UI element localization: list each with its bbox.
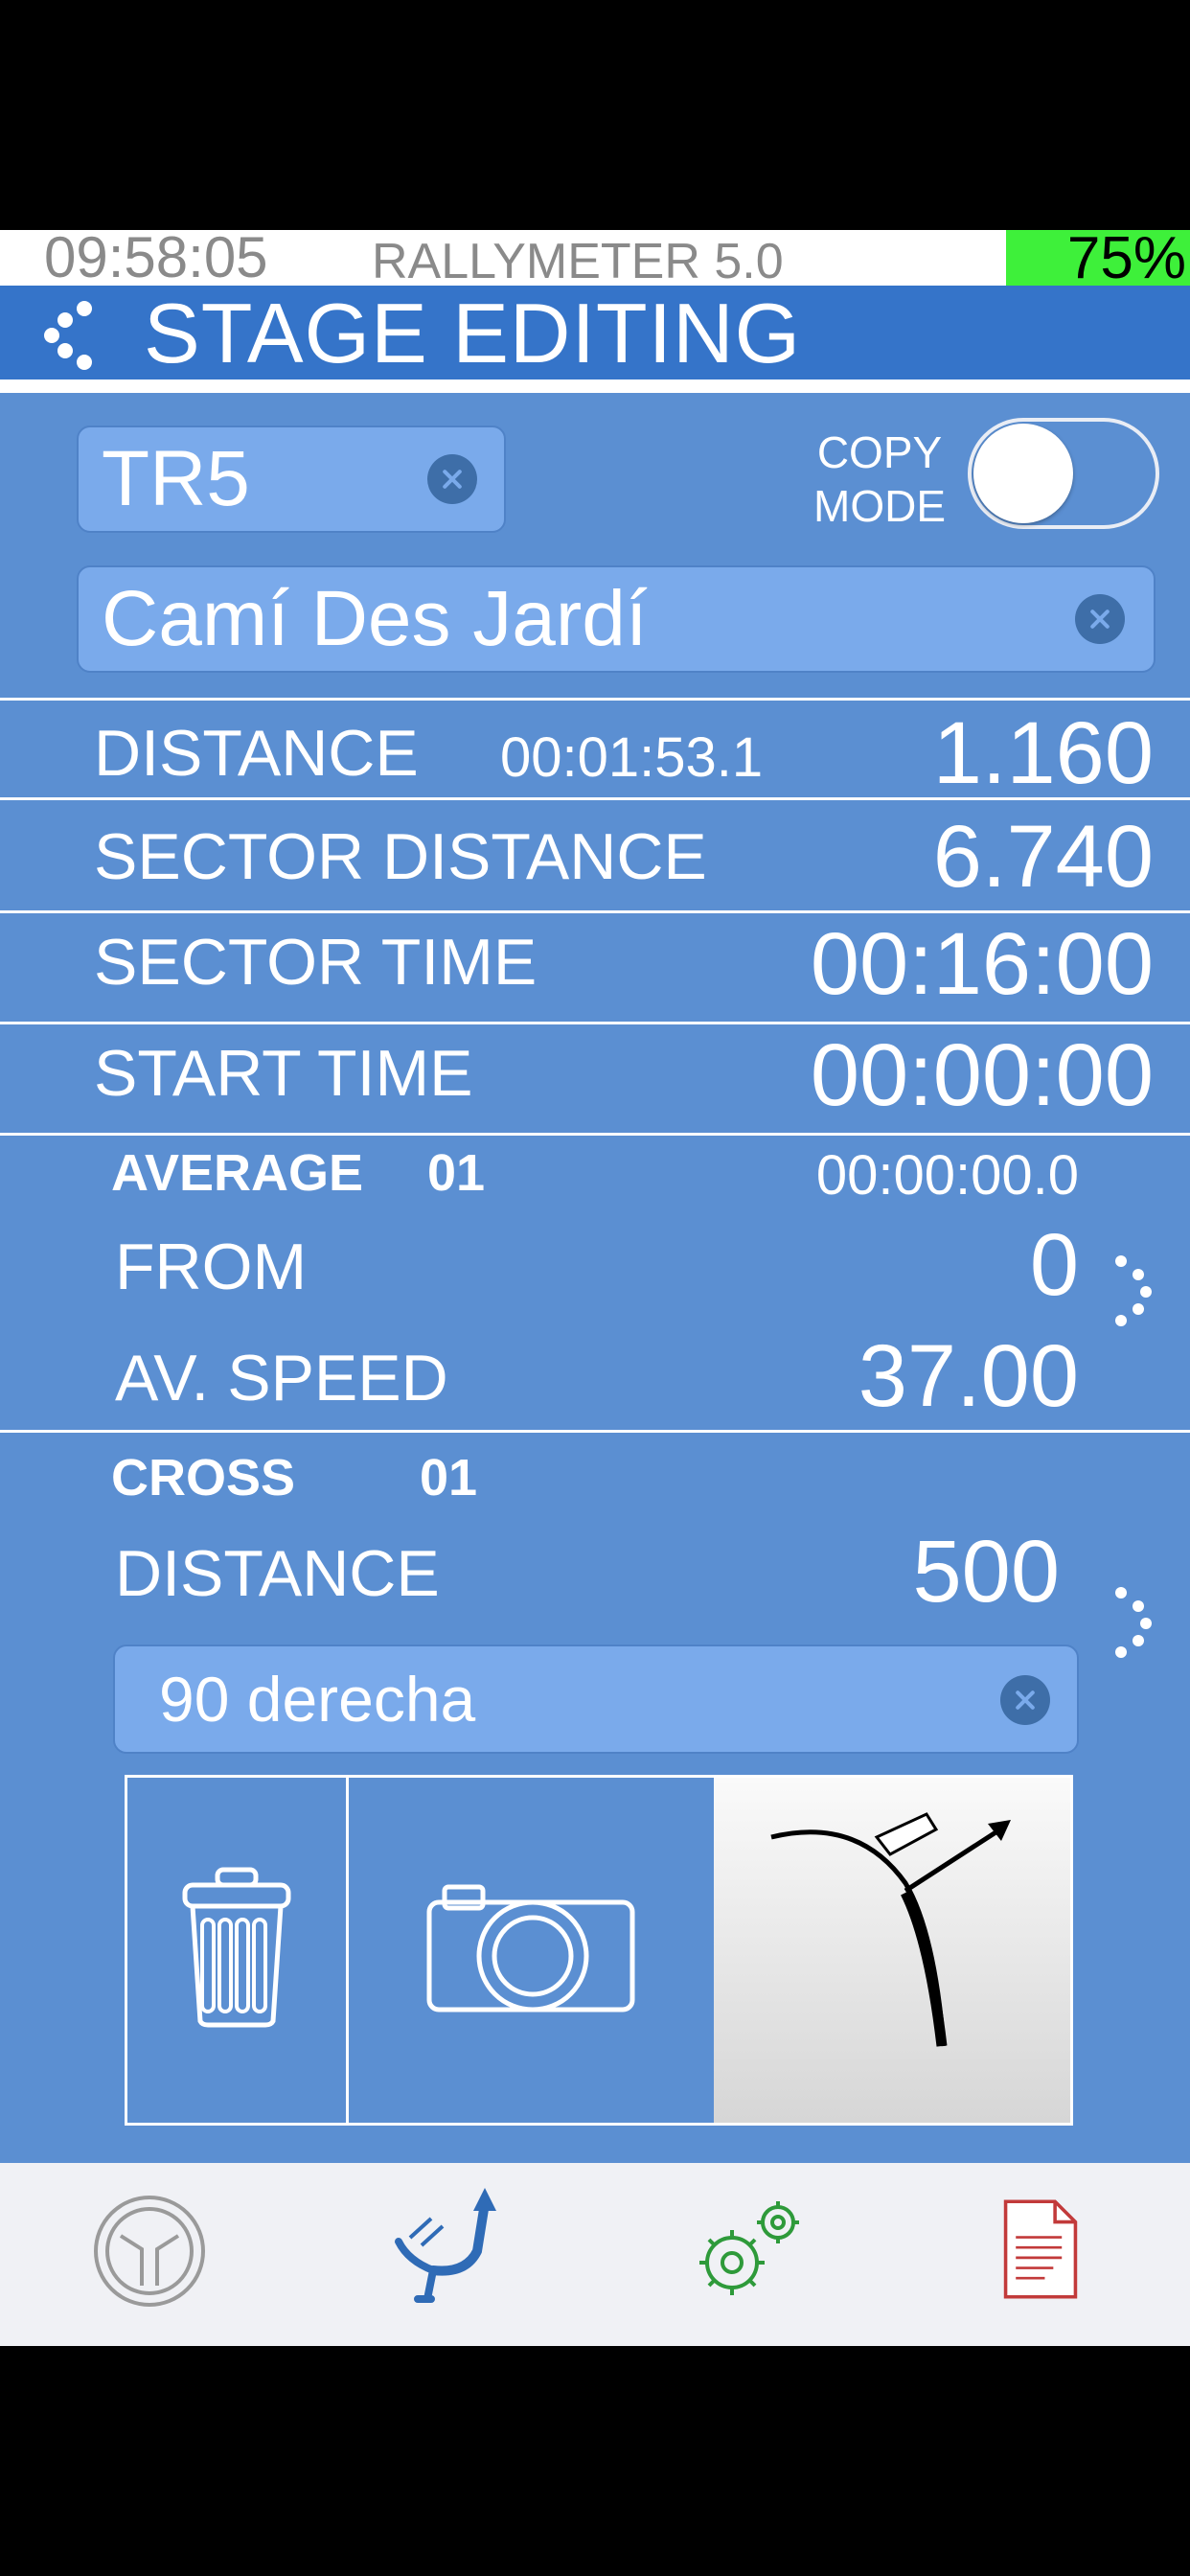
copy-mode-toggle[interactable] xyxy=(968,418,1159,529)
divider xyxy=(0,1022,1190,1024)
delete-button[interactable] xyxy=(127,1778,349,2123)
steering-wheel-icon xyxy=(94,2196,205,2307)
sector-distance-value[interactable]: 6.740 xyxy=(933,809,1154,905)
cross-more-icon[interactable] xyxy=(1111,1587,1157,1658)
tab-route[interactable] xyxy=(297,2163,594,2346)
tab-bar xyxy=(0,2163,1190,2346)
tab-settings[interactable] xyxy=(594,2163,891,2346)
cross-action-panel xyxy=(125,1775,1073,2126)
sector-distance-label: SECTOR DISTANCE xyxy=(94,820,707,893)
camera-button[interactable] xyxy=(349,1778,711,2123)
cross-note-text: 90 derecha xyxy=(159,1664,476,1735)
tab-drive[interactable] xyxy=(0,2163,297,2346)
stage-code-text: TR5 xyxy=(102,435,250,522)
stage-name-text: Camí Des Jardí xyxy=(102,575,648,662)
average-title: AVERAGE xyxy=(111,1144,364,1202)
divider xyxy=(0,1133,1190,1136)
battery-indicator: 75% xyxy=(1006,230,1190,288)
camera-icon xyxy=(426,1884,635,2012)
clear-stage-name-icon[interactable] xyxy=(1075,594,1125,644)
cross-title: CROSS xyxy=(111,1449,296,1506)
start-time-label: START TIME xyxy=(94,1037,473,1110)
divider xyxy=(0,1430,1190,1433)
clock-text: 09:58:05 xyxy=(44,230,268,289)
app-name-text: RALLYMETER 5.0 xyxy=(372,234,784,289)
average-from-value[interactable]: 0 xyxy=(1030,1217,1079,1313)
average-speed-label: AV. SPEED xyxy=(115,1342,448,1414)
clear-stage-code-icon[interactable] xyxy=(427,454,477,504)
back-dots-icon[interactable] xyxy=(42,299,119,370)
gears-icon xyxy=(699,2201,799,2295)
route-diagram-drawing xyxy=(714,1778,1070,2123)
distance-label: DISTANCE xyxy=(94,717,419,790)
average-speed-value[interactable]: 37.00 xyxy=(858,1328,1079,1424)
title-bar: STAGE EDITING xyxy=(0,286,1190,380)
cross-distance-label: DISTANCE xyxy=(115,1537,440,1610)
cross-note-field[interactable]: 90 derecha xyxy=(113,1644,1079,1754)
divider xyxy=(0,797,1190,800)
average-number: 01 xyxy=(427,1144,486,1202)
page-title: STAGE EDITING xyxy=(144,286,802,380)
document-icon xyxy=(1003,2199,1078,2299)
toggle-knob xyxy=(973,424,1073,523)
average-time: 00:00:00.0 xyxy=(815,1144,1079,1207)
divider xyxy=(0,910,1190,913)
average-more-icon[interactable] xyxy=(1111,1255,1157,1326)
clear-note-icon[interactable] xyxy=(1000,1675,1050,1725)
start-time-value[interactable]: 00:00:00 xyxy=(811,1027,1154,1123)
cross-number: 01 xyxy=(420,1449,478,1506)
distance-value[interactable]: 1.160 xyxy=(933,705,1154,801)
divider xyxy=(0,698,1190,701)
status-bar: 09:58:05 RALLYMETER 5.0 75% xyxy=(0,230,1190,289)
app-screen: 09:58:05 RALLYMETER 5.0 75% STAGE EDITIN… xyxy=(0,230,1190,2346)
cross-distance-value[interactable]: 500 xyxy=(913,1524,1061,1620)
sector-time-label: SECTOR TIME xyxy=(94,926,538,999)
header-divider xyxy=(0,380,1190,393)
copy-mode-label: COPY MODE xyxy=(813,427,946,531)
route-diagram-image[interactable] xyxy=(714,1778,1070,2123)
trash-icon xyxy=(182,1867,291,2028)
distance-time: 00:01:53.1 xyxy=(500,726,764,789)
stage-code-field[interactable]: TR5 xyxy=(77,426,506,533)
tab-report[interactable] xyxy=(891,2163,1188,2346)
sector-time-value[interactable]: 00:16:00 xyxy=(811,916,1154,1012)
stage-name-field[interactable]: Camí Des Jardí xyxy=(77,565,1156,673)
road-route-icon xyxy=(395,2188,496,2303)
average-from-label: FROM xyxy=(115,1230,308,1303)
